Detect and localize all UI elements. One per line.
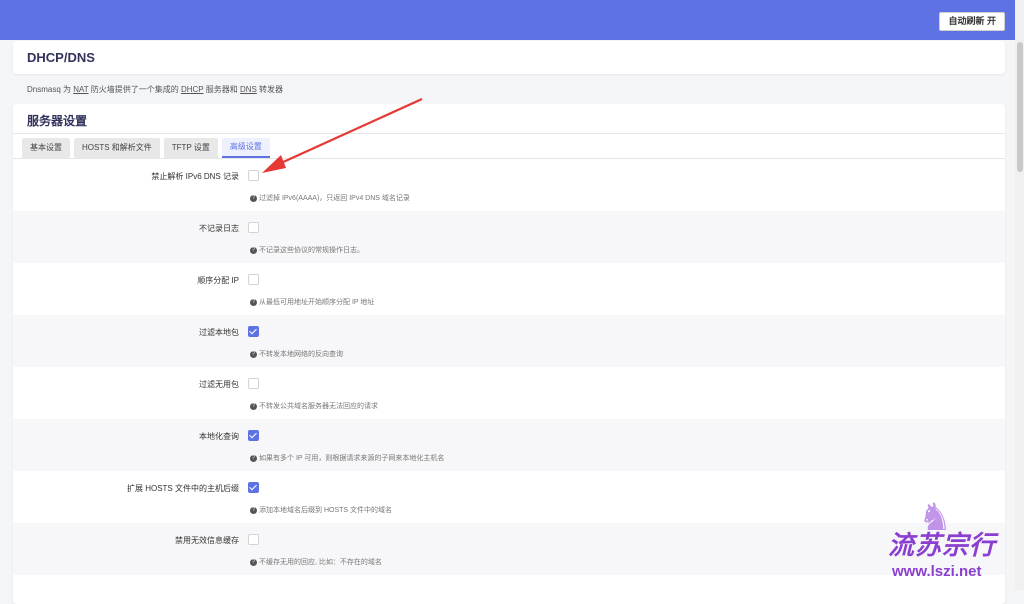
option-hint: ? 不转发本地网络的反向查询 bbox=[250, 349, 343, 359]
description-text: Dnsmasq 为 bbox=[27, 85, 74, 94]
page-title-card: DHCP/DNS bbox=[13, 41, 1005, 74]
top-bar: 自动刷新 开 bbox=[0, 0, 1024, 40]
option-checkbox[interactable] bbox=[248, 534, 259, 545]
option-label: 不记录日志 bbox=[199, 224, 239, 233]
help-icon: ? bbox=[250, 506, 257, 514]
option-hint: ? 如果有多个 IP 可用，则根据请求来源的子网来本地化主机名 bbox=[250, 453, 444, 463]
option-row-sequential-ip: 顺序分配 IP ? 从最低可用地址开始顺序分配 IP 地址 bbox=[13, 263, 1005, 315]
help-icon: ? bbox=[250, 298, 257, 306]
option-checkbox[interactable] bbox=[248, 326, 259, 337]
help-icon: ? bbox=[250, 454, 257, 462]
help-icon: ? bbox=[250, 350, 257, 358]
section-title: 服务器设置 bbox=[27, 114, 88, 128]
hint-text: 从最低可用地址开始顺序分配 IP 地址 bbox=[259, 299, 375, 306]
option-hint: ? 添加本地域名后缀到 HOSTS 文件中的域名 bbox=[250, 505, 392, 515]
page-description: Dnsmasq 为 NAT 防火墙提供了一个集成的 DHCP 服务器和 DNS … bbox=[27, 84, 283, 95]
help-icon: ? bbox=[250, 402, 257, 410]
option-checkbox[interactable] bbox=[248, 430, 259, 441]
description-text: 服务器和 bbox=[203, 85, 240, 94]
page-title: DHCP/DNS bbox=[27, 50, 95, 65]
option-label: 过滤无用包 bbox=[199, 380, 239, 389]
option-hint: ? 过滤掉 IPv6(AAAA)，只返回 IPv4 DNS 域名记录 bbox=[250, 193, 410, 203]
option-checkbox[interactable] bbox=[248, 378, 259, 389]
option-label: 扩展 HOSTS 文件中的主机后缀 bbox=[126, 484, 239, 493]
hint-text: 如果有多个 IP 可用，则根据请求来源的子网来本地化主机名 bbox=[259, 455, 445, 462]
tab-hosts[interactable]: HOSTS 和解析文件 bbox=[74, 138, 160, 158]
hint-text: 添加本地域名后缀到 HOSTS 文件中的域名 bbox=[259, 507, 393, 514]
option-hint: ? 不记录这些协议的常规操作日志。 bbox=[250, 245, 364, 255]
option-checkbox[interactable] bbox=[248, 170, 259, 181]
option-row-localise-queries: 本地化查询 ? 如果有多个 IP 可用，则根据请求来源的子网来本地化主机名 bbox=[13, 419, 1005, 471]
option-label: 顺序分配 IP bbox=[197, 276, 239, 285]
hint-text: 不记录这些协议的常规操作日志。 bbox=[259, 247, 364, 254]
help-icon: ? bbox=[250, 194, 257, 202]
server-settings-card: 服务器设置 基本设置 HOSTS 和解析文件 TFTP 设置 高级设置 禁止解析… bbox=[13, 104, 1005, 604]
option-hint: ? 不转发公共域名服务器无法回应的请求 bbox=[250, 401, 378, 411]
hint-text: 不缓存无用的回应, 比如：不存在的域名 bbox=[259, 559, 382, 566]
option-label: 过滤本地包 bbox=[199, 328, 239, 337]
option-checkbox[interactable] bbox=[248, 274, 259, 285]
description-text: 转发器 bbox=[256, 85, 284, 94]
help-icon: ? bbox=[250, 558, 257, 566]
divider bbox=[13, 133, 1005, 134]
scrollbar[interactable] bbox=[1015, 0, 1024, 590]
dns-abbr: DNS bbox=[239, 85, 257, 94]
option-row-expandhosts: 扩展 HOSTS 文件中的主机后缀 ? 添加本地域名后缀到 HOSTS 文件中的域… bbox=[13, 471, 1005, 523]
nat-abbr: NAT bbox=[73, 85, 89, 94]
option-row-nonegcache: 禁用无效信息缓存 ? 不缓存无用的回应, 比如：不存在的域名 bbox=[13, 523, 1005, 575]
option-label: 禁用无效信息缓存 bbox=[175, 536, 239, 545]
option-checkbox[interactable] bbox=[248, 482, 259, 493]
option-checkbox[interactable] bbox=[248, 222, 259, 233]
option-label: 禁止解析 IPv6 DNS 记录 bbox=[151, 172, 239, 181]
option-row-boguspriv: 过滤本地包 ? 不转发本地网络的反向查询 bbox=[13, 315, 1005, 367]
option-row-filterwin2k: 过滤无用包 ? 不转发公共域名服务器无法回应的请求 bbox=[13, 367, 1005, 419]
tab-tftp[interactable]: TFTP 设置 bbox=[163, 138, 218, 158]
hint-text: 不转发本地网络的反向查询 bbox=[259, 351, 343, 358]
dhcp-abbr: DHCP bbox=[180, 85, 204, 94]
option-row-filter-aaaa: 禁止解析 IPv6 DNS 记录 ? 过滤掉 IPv6(AAAA)，只返回 IPv… bbox=[13, 159, 1005, 211]
tab-advanced[interactable]: 高级设置 bbox=[221, 138, 270, 158]
option-label: 本地化查询 bbox=[199, 432, 239, 441]
tab-basic[interactable]: 基本设置 bbox=[22, 138, 70, 158]
option-hint: ? 从最低可用地址开始顺序分配 IP 地址 bbox=[250, 297, 374, 307]
hint-text: 不转发公共域名服务器无法回应的请求 bbox=[259, 403, 378, 410]
help-icon: ? bbox=[250, 246, 257, 254]
description-text: 防火墙提供了一个集成的 bbox=[88, 85, 181, 94]
auto-refresh-button[interactable]: 自动刷新 开 bbox=[939, 12, 1005, 31]
option-row-quietdhcp: 不记录日志 ? 不记录这些协议的常规操作日志。 bbox=[13, 211, 1005, 263]
hint-text: 过滤掉 IPv6(AAAA)，只返回 IPv4 DNS 域名记录 bbox=[259, 195, 410, 202]
settings-tabs: 基本设置 HOSTS 和解析文件 TFTP 设置 高级设置 bbox=[22, 138, 274, 158]
scrollbar-thumb[interactable] bbox=[1017, 42, 1023, 172]
option-hint: ? 不缓存无用的回应, 比如：不存在的域名 bbox=[250, 557, 382, 567]
